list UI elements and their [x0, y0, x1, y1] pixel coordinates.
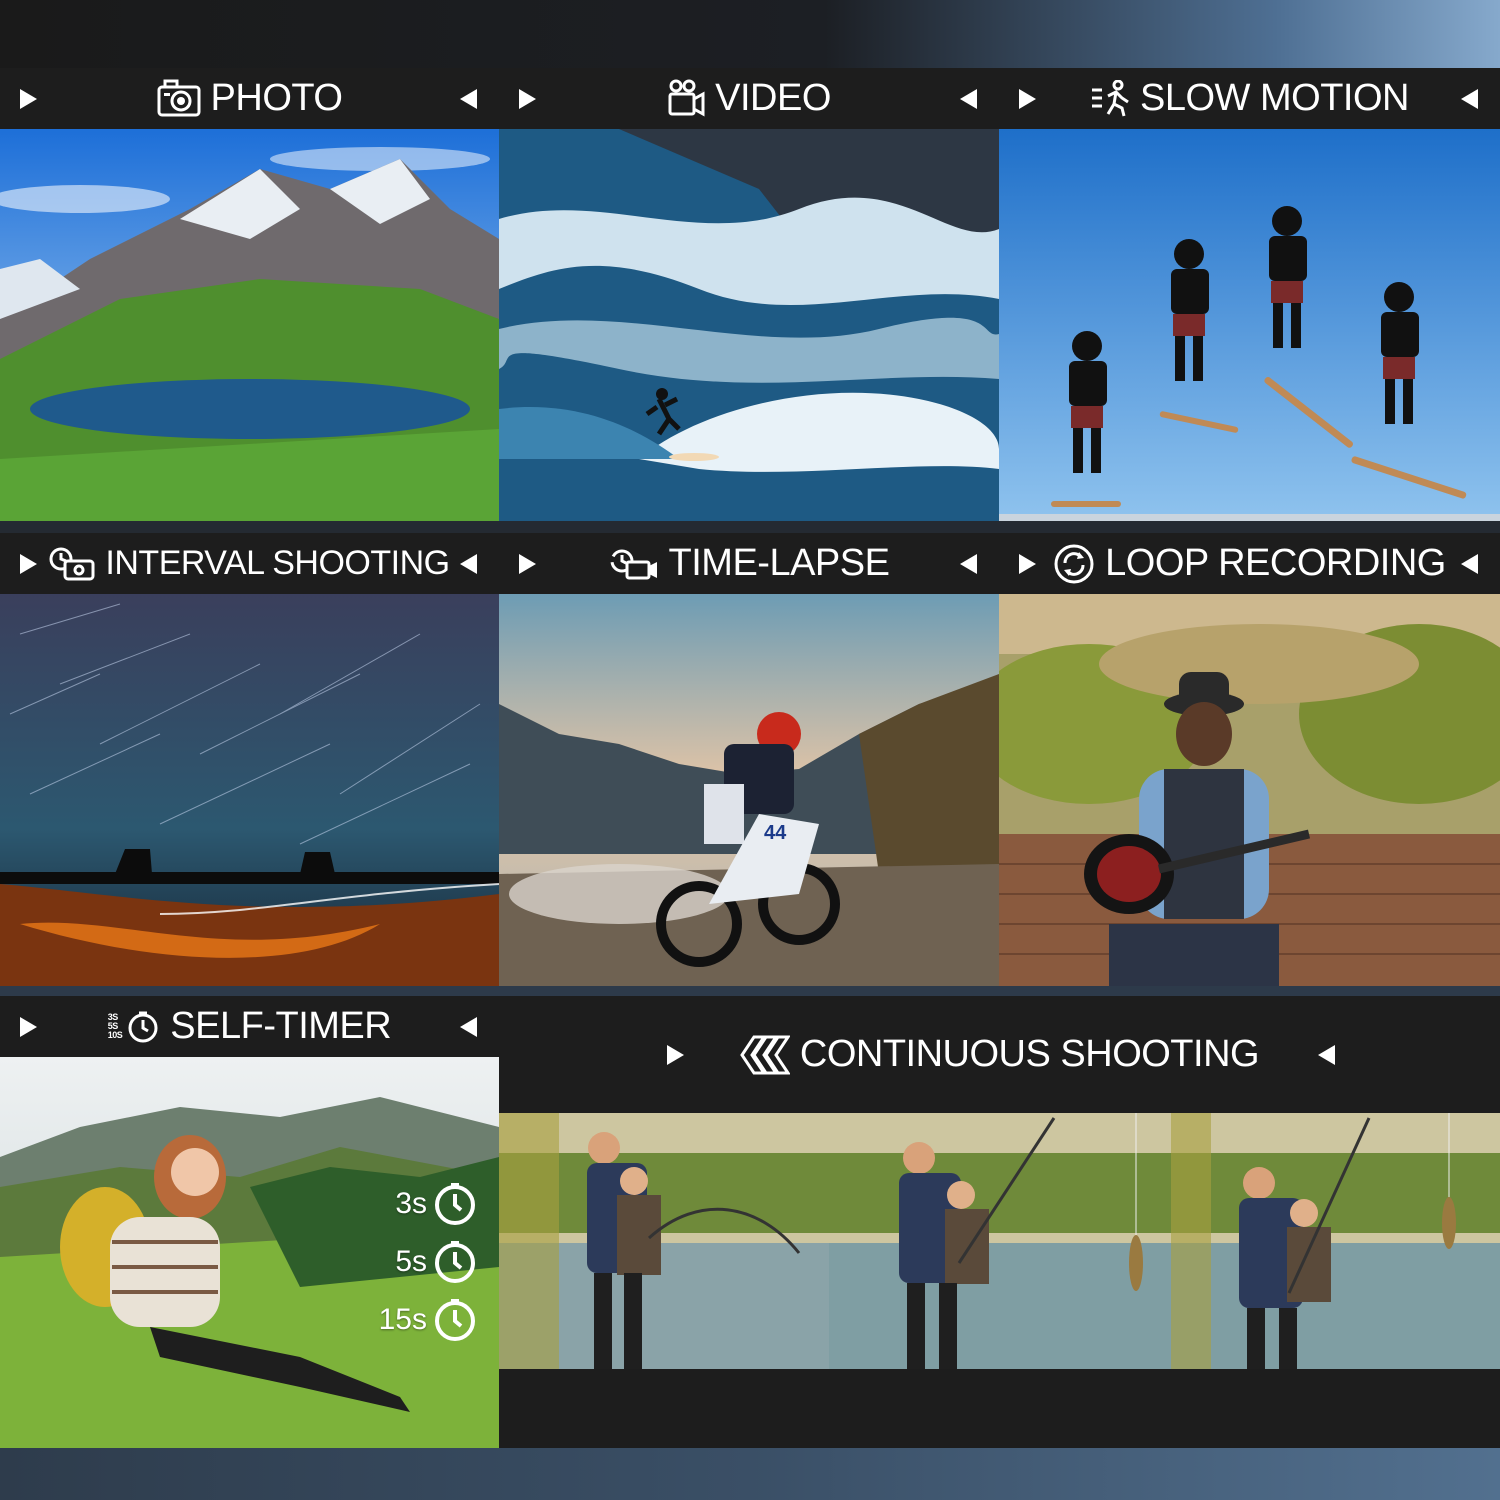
play-left-icon[interactable]: [1461, 88, 1478, 109]
bottom-bar: [0, 1448, 1500, 1500]
timer-option-3s[interactable]: 3s: [379, 1182, 477, 1226]
play-left-icon[interactable]: [460, 553, 477, 574]
timer-badge: 3S 5S 10S: [107, 1012, 123, 1040]
time-lapse-header: TIME-LAPSE: [499, 533, 999, 594]
play-right-icon[interactable]: [519, 553, 536, 574]
slow-motion-panel: SLOW MOTION: [999, 68, 1500, 521]
stopwatch-icon: [435, 1241, 475, 1283]
svg-text:44: 44: [764, 822, 787, 844]
continuous-shooting-panel: CONTINUOUS SHOOTING: [499, 996, 1500, 1448]
play-left-icon[interactable]: [1461, 553, 1478, 574]
play-left-icon[interactable]: [1318, 1044, 1335, 1065]
video-header: VIDEO: [499, 68, 999, 129]
play-right-icon[interactable]: [20, 88, 37, 109]
camera-icon: [157, 79, 201, 116]
timelapse-camera-icon: [610, 549, 657, 579]
video-panel: VIDEO: [499, 68, 999, 521]
photo-header: PHOTO: [0, 68, 499, 129]
stopwatch-icon: [435, 1183, 475, 1225]
layers-icon: [740, 1035, 790, 1074]
hiker-woman-image: 3s 5s 15s: [0, 1057, 499, 1448]
surfer-wave-image: [499, 129, 999, 521]
continuous-frames: [499, 1113, 1500, 1369]
fishing-sequence-image: [499, 1113, 1500, 1369]
interval-camera-icon: [49, 547, 95, 580]
play-right-icon[interactable]: [1019, 553, 1036, 574]
interval-shooting-label: INTERVAL SHOOTING: [105, 544, 450, 582]
slow-motion-label: SLOW MOTION: [1140, 77, 1409, 119]
self-timer-label: SELF-TIMER: [170, 1005, 392, 1047]
timer-option-15s[interactable]: 15s: [379, 1298, 477, 1342]
continuous-shooting-label: CONTINUOUS SHOOTING: [799, 1033, 1260, 1075]
slow-motion-header: SLOW MOTION: [999, 68, 1500, 129]
loop-recording-panel: LOOP RECORDING: [999, 533, 1500, 986]
self-timer-panel: 3S 5S 10S SELF-TIMER 3s 5s 15s: [0, 996, 499, 1448]
top-bar: [0, 0, 1500, 68]
timer-option-5s[interactable]: 5s: [379, 1240, 477, 1284]
play-right-icon[interactable]: [20, 553, 37, 574]
video-label: VIDEO: [715, 77, 831, 119]
interval-shooting-header: INTERVAL SHOOTING: [0, 533, 499, 594]
self-timer-options: 3s 5s 15s: [379, 1182, 477, 1342]
interval-shooting-panel: INTERVAL SHOOTING: [0, 533, 499, 986]
photo-panel: PHOTO: [0, 68, 499, 521]
running-person-icon: [1092, 79, 1129, 116]
stopwatch-icon: [435, 1299, 475, 1341]
loop-recording-header: LOOP RECORDING: [999, 533, 1500, 594]
play-right-icon[interactable]: [1019, 88, 1036, 109]
continuous-shooting-header: CONTINUOUS SHOOTING: [499, 996, 1500, 1113]
play-left-icon[interactable]: [460, 1016, 477, 1037]
play-left-icon[interactable]: [460, 88, 477, 109]
time-lapse-panel: TIME-LAPSE 44: [499, 533, 999, 986]
play-left-icon[interactable]: [960, 553, 977, 574]
photo-label: PHOTO: [210, 77, 343, 119]
self-timer-header: 3S 5S 10S SELF-TIMER: [0, 996, 499, 1057]
play-left-icon[interactable]: [960, 88, 977, 109]
video-camera-icon: [668, 79, 705, 117]
star-trails-image: [0, 594, 499, 986]
guitarist-image: [999, 594, 1500, 986]
motocross-rider-image: 44: [499, 594, 999, 986]
play-right-icon[interactable]: [667, 1044, 684, 1065]
play-right-icon[interactable]: [519, 88, 536, 109]
play-right-icon[interactable]: [20, 1016, 37, 1037]
skateboarder-sequence-image: [999, 129, 1500, 521]
loop-icon: [1054, 544, 1094, 583]
timer-icon: [128, 1011, 158, 1042]
mountain-lake-image: [0, 129, 499, 521]
loop-recording-label: LOOP RECORDING: [1105, 542, 1446, 584]
time-lapse-label: TIME-LAPSE: [668, 542, 890, 584]
